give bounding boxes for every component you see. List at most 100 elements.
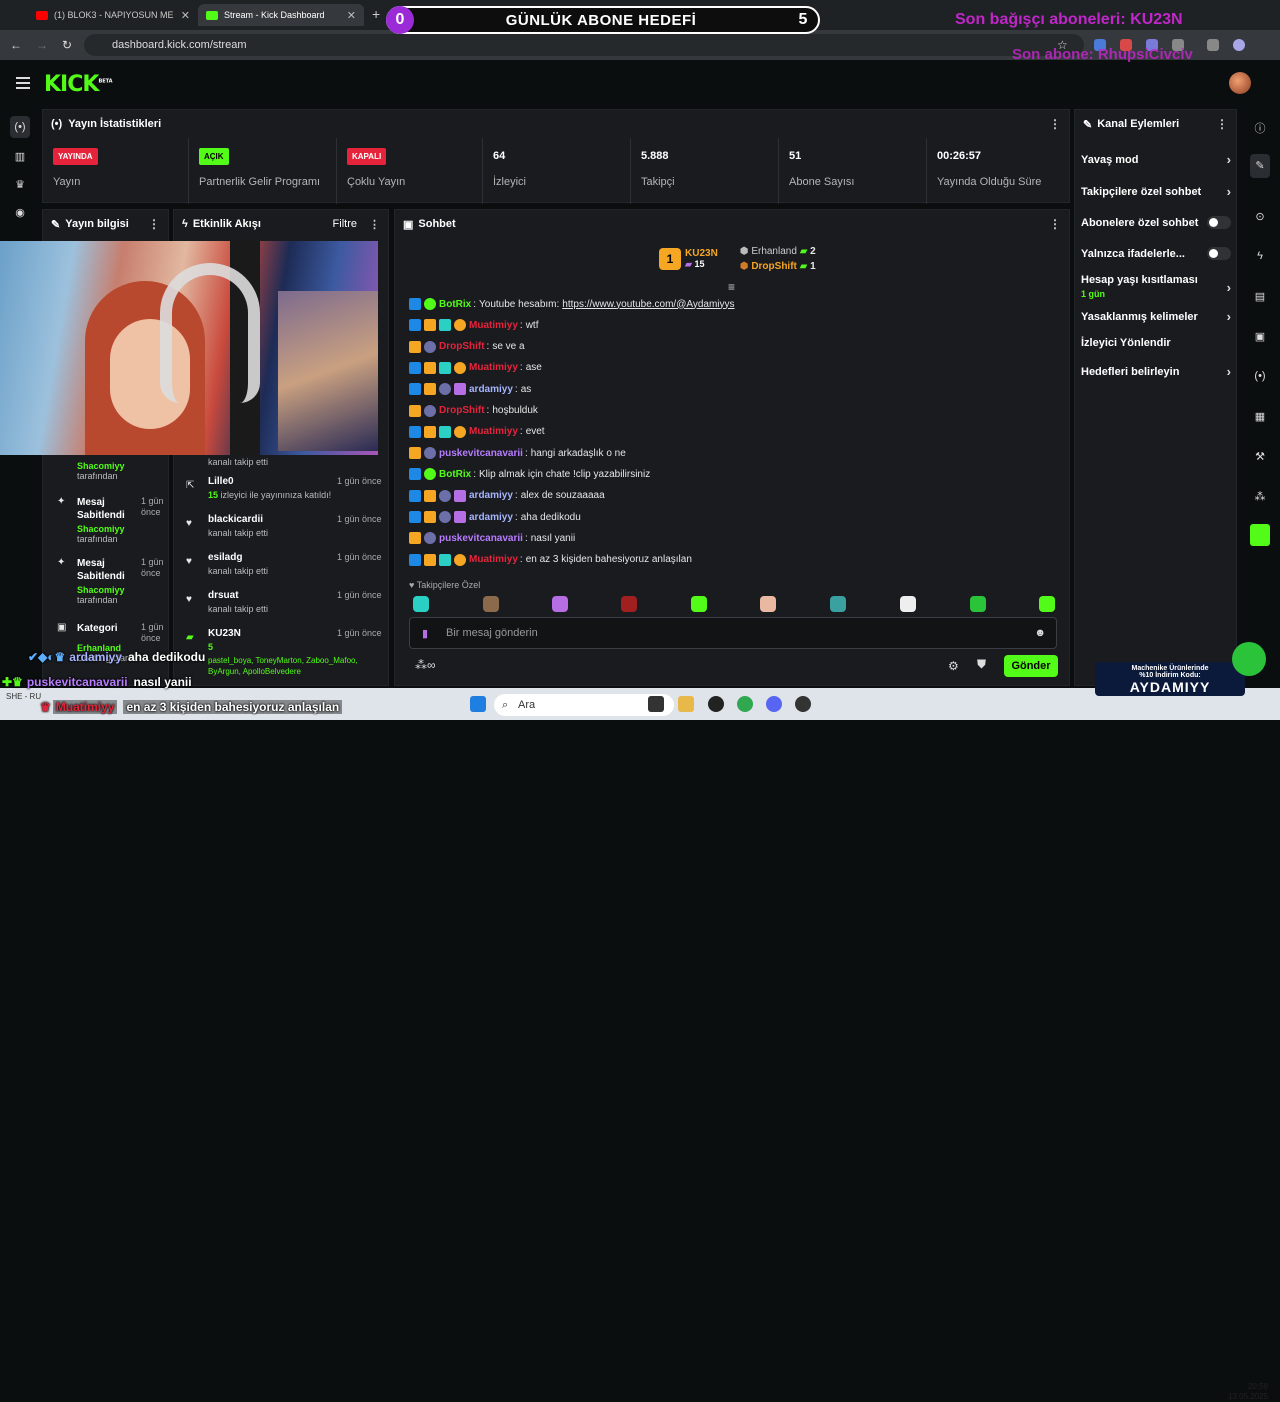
more-icon[interactable]: ⋮: [1049, 217, 1061, 231]
emote-icon[interactable]: [760, 596, 776, 612]
browser-tab-youtube[interactable]: (1) BLOK3 - NAPIYOSUN MESE ✕: [28, 4, 198, 26]
emoji-icon[interactable]: ☻: [1034, 627, 1046, 639]
panel-title: Sohbet: [418, 218, 456, 230]
chat-username[interactable]: Muatimiyy: [469, 426, 518, 437]
filter-button[interactable]: Filtre: [333, 218, 357, 230]
browser-tab-kick[interactable]: Stream - Kick Dashboard ✕: [198, 4, 364, 26]
emote-icon[interactable]: [900, 596, 916, 612]
discord-icon[interactable]: [766, 696, 782, 712]
profile-icon[interactable]: [1233, 39, 1245, 51]
sub-badge-icon: [454, 489, 466, 502]
microphone-icon[interactable]: ▮: [422, 627, 428, 640]
lightning-icon[interactable]: ϟ: [1250, 250, 1270, 262]
info-icon[interactable]: ⓘ: [1250, 120, 1270, 136]
banned-words-action[interactable]: Yasaklanmış kelimeler ›: [1081, 309, 1231, 324]
obs-icon[interactable]: [708, 696, 724, 712]
points-icon[interactable]: ⁂∞: [415, 658, 436, 672]
new-tab-icon[interactable]: +: [372, 6, 380, 22]
raid-action[interactable]: İzleyici Yönlendir: [1081, 337, 1231, 349]
pencil-icon: ✎: [51, 218, 61, 231]
emote-icon[interactable]: [1039, 596, 1055, 612]
document-icon[interactable]: ▤: [1250, 290, 1270, 303]
emote-icon[interactable]: [483, 596, 499, 612]
chrome-icon[interactable]: [737, 696, 753, 712]
chat-username[interactable]: ardamiyy: [469, 512, 513, 523]
camera-icon[interactable]: ◉: [10, 206, 30, 219]
chat-link[interactable]: https://www.youtube.com/@Aydamiyys: [562, 299, 734, 310]
emote-icon[interactable]: [970, 596, 986, 612]
ad-line: %10 İndirim Kodu:: [1139, 672, 1201, 679]
gift-badge-icon: [439, 319, 451, 332]
collapse-icon[interactable]: ≡: [728, 280, 735, 294]
chat-username[interactable]: Muatimiyy: [469, 320, 518, 331]
avatar[interactable]: [1229, 72, 1251, 94]
lightning-icon: ϟ: [182, 218, 188, 230]
emote-icon[interactable]: [621, 596, 637, 612]
address-bar[interactable]: dashboard.kick.com/stream: [84, 34, 1084, 56]
chat-text: Youtube hesabım:: [479, 298, 560, 310]
chat-username[interactable]: DropShift: [439, 341, 485, 352]
account-age-action[interactable]: Hesap yaşı kısıtlaması 1 gün ›: [1081, 274, 1231, 299]
close-tab-icon[interactable]: ✕: [181, 9, 190, 22]
kick-logo[interactable]: KICKBETA: [44, 72, 113, 97]
layout-icon[interactable]: ▦: [1250, 410, 1270, 423]
file-explorer-icon[interactable]: [678, 696, 694, 712]
task-view-icon[interactable]: [648, 696, 664, 712]
stat-partner: AÇIK Partnerlik Gelir Programı: [189, 138, 337, 204]
menu-icon[interactable]: [16, 77, 30, 92]
analytics-icon[interactable]: ▥: [10, 150, 30, 163]
chat-username[interactable]: Muatimiyy: [469, 362, 518, 373]
more-icon[interactable]: ⋮: [148, 217, 160, 231]
youtube-icon: [36, 10, 48, 20]
chat-username[interactable]: BotRix: [439, 469, 471, 480]
chat-username[interactable]: DropShift: [439, 405, 485, 416]
colon: :: [524, 532, 528, 544]
edit-icon[interactable]: ✎: [1250, 154, 1270, 178]
crown-badge-icon: [424, 553, 436, 566]
moon-badge-icon: [424, 340, 436, 353]
back-icon[interactable]: ←: [10, 38, 22, 52]
more-icon[interactable]: ⋮: [1216, 117, 1228, 131]
broadcast-icon[interactable]: (•): [1250, 370, 1270, 382]
taskbar-search[interactable]: ⌕ Ara: [494, 694, 674, 716]
wrench-icon[interactable]: ⚒: [1250, 450, 1270, 463]
emotes-only-toggle[interactable]: [1207, 247, 1231, 260]
set-goals-action[interactable]: Hedefleri belirleyin ›: [1081, 364, 1231, 379]
app-icon[interactable]: [795, 696, 811, 712]
chat-username[interactable]: Muatimiyy: [469, 554, 518, 565]
chat-input[interactable]: ▮ Bir mesaj gönderin ☻: [409, 617, 1057, 649]
activity-item: ♥ blackicardii kanalı takip etti 1 gün önce: [182, 514, 382, 538]
chat-bubble-icon[interactable]: ▣: [1250, 330, 1270, 343]
chat-username[interactable]: BotRix: [439, 299, 471, 310]
send-button[interactable]: Gönder: [1004, 655, 1058, 677]
raid-count: 15: [208, 490, 219, 500]
mod-shield-icon[interactable]: ⛊: [977, 657, 986, 672]
system-clock[interactable]: 20:59 13.05.2025: [1228, 1382, 1268, 1402]
forward-icon[interactable]: →: [36, 38, 48, 52]
followers-only-action[interactable]: Takipçilere özel sohbet ›: [1081, 184, 1231, 199]
settings-gear-icon[interactable]: ⚙: [948, 659, 959, 673]
crown-badge-icon: [424, 511, 436, 523]
chat-panel: ▣ Sohbet ⋮ 1 KU23N ▰ 15 ⬢ Erhanland ▰ 2 ⬢ Dr…: [394, 209, 1070, 686]
windows-start-icon[interactable]: [470, 696, 486, 712]
trophy-icon[interactable]: ♛: [10, 178, 30, 191]
reading-list-icon[interactable]: [1207, 39, 1219, 51]
app-icon[interactable]: [1250, 524, 1270, 546]
nodes-icon[interactable]: ⁂: [1250, 490, 1270, 503]
slow-mode-action[interactable]: Yavaş mod ›: [1081, 152, 1231, 167]
emote-icon[interactable]: [830, 596, 846, 612]
camera-settings-icon[interactable]: ⊙: [1250, 210, 1270, 223]
emote-icon[interactable]: [552, 596, 568, 612]
close-tab-icon[interactable]: ✕: [347, 9, 356, 22]
chat-username[interactable]: ardamiyy: [469, 384, 513, 395]
chat-username[interactable]: puskevitcanavarii: [439, 448, 523, 459]
subs-only-toggle[interactable]: [1207, 216, 1231, 229]
reload-icon[interactable]: ↻: [62, 38, 72, 52]
chat-username[interactable]: ardamiyy: [469, 490, 513, 501]
more-icon[interactable]: ⋮: [369, 218, 380, 231]
emote-icon[interactable]: [413, 596, 429, 612]
more-icon[interactable]: ⋮: [1049, 117, 1061, 131]
emote-icon[interactable]: [691, 596, 707, 612]
chat-username[interactable]: puskevitcanavarii: [439, 533, 523, 544]
stream-icon[interactable]: (•): [10, 116, 30, 138]
